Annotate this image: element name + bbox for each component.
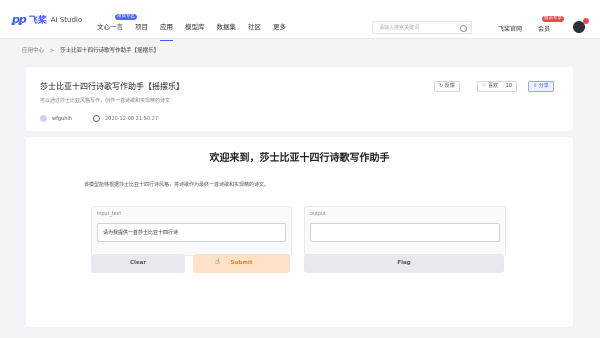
notification-badge-icon [583, 18, 589, 24]
logo-sub: AI Studio [50, 15, 83, 24]
nav-item-datasets[interactable]: 数据集 [217, 23, 237, 36]
app-header-card: 莎士比亚十四行诗歌写作助手【摇摆乐】 可以通过莎士比亚风格写作，创作一首诗歌和实… [26, 67, 573, 131]
membership-label: 会员 [538, 26, 551, 33]
search-input[interactable]: 请输入搜索关键词 [372, 21, 472, 34]
breadcrumb-sep: > [49, 48, 55, 54]
output-text-field [310, 223, 500, 242]
nav-item-community[interactable]: 社区 [248, 23, 261, 36]
breadcrumb: 应用中心 > 莎士比亚十四行诗歌写作助手【摇摆乐】 [22, 46, 159, 54]
output-panel: output [304, 206, 506, 256]
main-nav: 文心一言 项目专区 项目 应用 模型库 数据集 社区 更多 [97, 14, 298, 41]
nav-item-apps[interactable]: 应用 [160, 23, 173, 41]
share-button[interactable]: ⇪ 分享 [528, 81, 554, 92]
paddle-official-link[interactable]: 飞桨官网 [498, 24, 522, 33]
feedback-button[interactable]: ↻ 反馈 [434, 81, 460, 92]
search-placeholder: 请输入搜索关键词 [379, 25, 420, 31]
clock-icon [93, 115, 100, 122]
search-icon[interactable] [460, 25, 467, 32]
input-panel: input_text 请为我提供一首莎士比亚十四行诗 [91, 206, 292, 256]
logo-name: 飞桨 [28, 16, 47, 26]
flag-button[interactable]: Flag [304, 254, 504, 273]
top-nav: ꝑꝑ 飞桨 AI Studio 文心一言 项目专区 项目 应用 模型库 数据集 … [0, 0, 600, 41]
app-window: ꝑꝑ 飞桨 AI Studio 文心一言 项目专区 项目 应用 模型库 数据集 … [0, 0, 600, 338]
author[interactable]: wfguhih [40, 115, 72, 122]
breadcrumb-current: 莎士比亚十四行诗歌写作助手【摇摆乐】 [60, 48, 160, 54]
gradio-app-card: 欢迎来到，莎士比亚十四行诗歌写作助手 该模型能够根据莎士比亚十四行诗风格，将诗歌… [26, 137, 573, 327]
like-count: 10 [505, 83, 513, 89]
output-label: output [310, 212, 326, 217]
like-label: 喜欢 [488, 83, 499, 89]
publish-time-value: 2020-12-08 21:50:27 [105, 115, 159, 122]
nav-badge: 项目专区 [115, 14, 137, 20]
nav-item-models[interactable]: 模型库 [185, 23, 205, 36]
app-description: 可以通过莎士比亚风格写作，创作一首诗歌和实现精的诗文 [40, 98, 171, 104]
logo-mark: ꝑꝑ [12, 13, 27, 26]
input-label: input_text [97, 212, 122, 217]
mouse-cursor-icon: ☝ [215, 257, 220, 266]
like-button[interactable]: ♡ 喜欢 10 [477, 81, 518, 92]
share-label: 分享 [538, 83, 549, 89]
main-title: 欢迎来到，莎士比亚十四行诗歌写作助手 [209, 153, 390, 164]
clear-button[interactable]: Clear [91, 254, 185, 273]
author-name: wfguhih [52, 115, 72, 122]
feedback-label: 反馈 [444, 83, 455, 89]
nav-item-projects[interactable]: 项目 [135, 23, 148, 36]
membership-badge: 会员专享 [542, 16, 564, 22]
nav-item-more[interactable]: 更多 [273, 23, 286, 36]
submit-button[interactable]: Submit [193, 254, 290, 273]
breadcrumb-root[interactable]: 应用中心 [22, 48, 44, 54]
input-text-field[interactable]: 请为我提供一首莎士比亚十四行诗 [97, 223, 286, 242]
nav-label: 文心一言 [97, 23, 123, 31]
publish-time: 2020-12-08 21:50:27 [93, 115, 158, 122]
membership-link[interactable]: 会员 会员专享 [538, 16, 564, 33]
main-description: 该模型能够根据莎士比亚十四行诗风格，将诗歌作为最终一首诗歌和实现精的诗文。 [84, 182, 270, 188]
logo[interactable]: ꝑꝑ 飞桨 AI Studio [12, 13, 82, 26]
author-avatar-icon [40, 115, 47, 122]
app-title: 莎士比亚十四行诗歌写作助手【摇摆乐】 [40, 82, 184, 91]
nav-item-wenxin[interactable]: 文心一言 项目专区 [97, 14, 137, 36]
